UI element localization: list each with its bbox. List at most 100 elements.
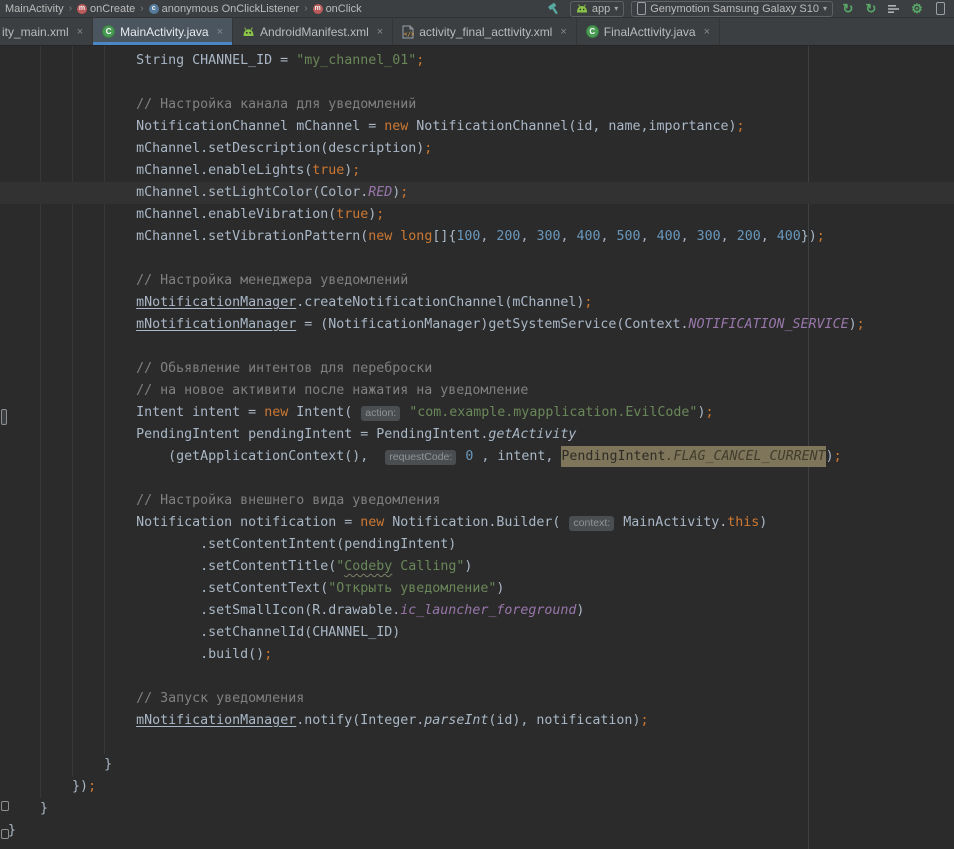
code-line[interactable]: Notification notification = new Notifica… (0, 512, 954, 534)
editor-tab[interactable]: </>activity_final_acttivity.xml× (393, 18, 577, 45)
code-token: new (264, 405, 288, 420)
code-line[interactable]: mNotificationManager = (NotificationMana… (0, 314, 954, 336)
code-token: Intent( (288, 405, 360, 420)
code-line[interactable] (0, 468, 954, 490)
code-token: ; (400, 185, 408, 200)
code-token: RED (368, 185, 392, 200)
code-area[interactable]: String CHANNEL_ID = "my_channel_01"; // … (0, 46, 954, 842)
code-line[interactable]: } (0, 754, 954, 776)
code-token: ; (264, 647, 272, 662)
profiler-icon[interactable] (886, 1, 902, 17)
run-config-selector[interactable]: app ▾ (570, 1, 624, 17)
editor-tab[interactable]: AndroidManifest.xml× (233, 18, 393, 45)
code-line[interactable]: NotificationChannel mChannel = new Notif… (0, 116, 954, 138)
android-studio-window: MainActivity›monCreate›canonymous OnClic… (0, 0, 954, 849)
breadcrumb-item[interactable]: monCreate (75, 3, 137, 15)
xml-file-icon: </> (402, 25, 414, 39)
close-icon[interactable]: × (377, 26, 383, 38)
code-editor[interactable]: › String CHANNEL_ID = "my_channel_01"; /… (0, 46, 954, 849)
code-token: .build() (8, 647, 264, 662)
close-icon[interactable]: × (704, 26, 710, 38)
code-token: 300 (536, 229, 560, 244)
code-line[interactable]: String CHANNEL_ID = "my_channel_01"; (0, 50, 954, 72)
code-line[interactable]: mChannel.enableVibration(true); (0, 204, 954, 226)
code-line[interactable]: // на новое активити после нажатия на ув… (0, 380, 954, 402)
code-token: ; (817, 229, 825, 244)
code-line[interactable]: }); (0, 776, 954, 798)
code-token: mChannel.setVibrationPattern( (8, 229, 368, 244)
code-line[interactable]: mNotificationManager.notify(Integer.pars… (0, 710, 954, 732)
code-line[interactable] (0, 248, 954, 270)
code-line[interactable]: .setSmallIcon(R.drawable.ic_launcher_for… (0, 600, 954, 622)
code-line[interactable]: // Обьявление интентов для переброски (0, 358, 954, 380)
close-icon[interactable]: × (560, 26, 566, 38)
code-token: ) (464, 559, 472, 574)
navigation-bar: MainActivity›monCreate›canonymous OnClic… (0, 0, 954, 18)
breadcrumb-label: anonymous OnClickListener (162, 3, 300, 15)
code-line[interactable]: .setContentIntent(pendingIntent) (0, 534, 954, 556)
close-icon[interactable]: × (77, 26, 83, 38)
code-token: .setChannelId(CHANNEL_ID) (8, 625, 400, 640)
code-line[interactable]: mChannel.enableLights(true); (0, 160, 954, 182)
code-line[interactable]: mNotificationManager.createNotificationC… (0, 292, 954, 314)
sync-gear-icon[interactable]: ⚙ (909, 1, 925, 17)
breadcrumb-separator: › (68, 3, 73, 14)
code-token: .notify(Integer. (296, 713, 424, 728)
code-token: ; (834, 449, 842, 464)
breadcrumb-item[interactable]: MainActivity (3, 3, 66, 15)
device-selector[interactable]: Genymotion Samsung Galaxy S10 ▾ (631, 1, 833, 17)
close-icon[interactable]: × (217, 26, 223, 38)
code-line[interactable]: } (0, 798, 954, 820)
method-icon: m (313, 4, 323, 14)
code-token: new (384, 119, 408, 134)
breadcrumb-label: onClick (326, 3, 362, 15)
code-line[interactable]: } (0, 820, 954, 842)
code-token: .setContentTitle( (8, 559, 336, 574)
breadcrumb-item[interactable]: monClick (311, 3, 364, 15)
editor-tab[interactable]: CFinalActtivity.java× (577, 18, 720, 45)
code-token: this (727, 515, 759, 530)
code-token: 300 (697, 229, 721, 244)
code-line[interactable]: PendingIntent pendingIntent = PendingInt… (0, 424, 954, 446)
chevron-down-icon: ▾ (823, 4, 827, 13)
code-line[interactable]: // Настройка внешнего вида уведомления (0, 490, 954, 512)
code-line[interactable] (0, 72, 954, 94)
code-line[interactable]: .setContentText("Открыть уведомление") (0, 578, 954, 600)
apply-changes-icon[interactable]: ↻ (840, 1, 856, 17)
code-token: ; (416, 53, 424, 68)
code-line[interactable]: .build(); (0, 644, 954, 666)
code-line[interactable]: Intent intent = new Intent( action: "com… (0, 402, 954, 424)
code-line[interactable]: // Настройка канала для уведомлений (0, 94, 954, 116)
gutter-marker-icon (1, 829, 9, 839)
editor-tab[interactable]: ity_main.xml × (0, 18, 93, 45)
tab-label: ity_main.xml (2, 25, 69, 39)
parameter-hint: action: (361, 406, 400, 421)
code-token: ; (857, 317, 865, 332)
code-line[interactable]: mChannel.setLightColor(Color.RED); (0, 182, 954, 204)
code-token: PendingIntent (561, 446, 665, 467)
code-line[interactable]: .setChannelId(CHANNEL_ID) (0, 622, 954, 644)
code-line[interactable] (0, 336, 954, 358)
code-token: ic_launcher_foreground (400, 603, 576, 618)
code-token: // Настройка канала для уведомлений (8, 97, 416, 112)
code-line[interactable]: // Настройка менеджера уведомлений (0, 270, 954, 292)
code-token: parseInt (424, 713, 488, 728)
device-label: Genymotion Samsung Galaxy S10 (650, 3, 819, 15)
code-line[interactable] (0, 732, 954, 754)
code-line[interactable]: .setContentTitle("Codeby Calling") (0, 556, 954, 578)
device-manager-icon[interactable] (932, 1, 948, 17)
code-token: PendingIntent pendingIntent = PendingInt… (8, 427, 488, 442)
build-hammer-icon[interactable] (547, 1, 563, 17)
code-token: }) (8, 779, 88, 794)
breadcrumb-item[interactable]: canonymous OnClickListener (147, 3, 302, 15)
code-line[interactable]: (getApplicationContext(), requestCode: 0… (0, 446, 954, 468)
code-token: MainActivity. (615, 515, 727, 530)
code-line[interactable]: mChannel.setDescription(description); (0, 138, 954, 160)
code-line[interactable]: // Запуск уведомления (0, 688, 954, 710)
code-line[interactable]: mChannel.setVibrationPattern(new long[]{… (0, 226, 954, 248)
breadcrumb-separator: › (303, 3, 308, 14)
code-token: ; (584, 295, 592, 310)
editor-tab[interactable]: CMainActivity.java× (93, 18, 233, 45)
apply-code-changes-icon[interactable]: ↻ (863, 1, 879, 17)
code-line[interactable] (0, 666, 954, 688)
